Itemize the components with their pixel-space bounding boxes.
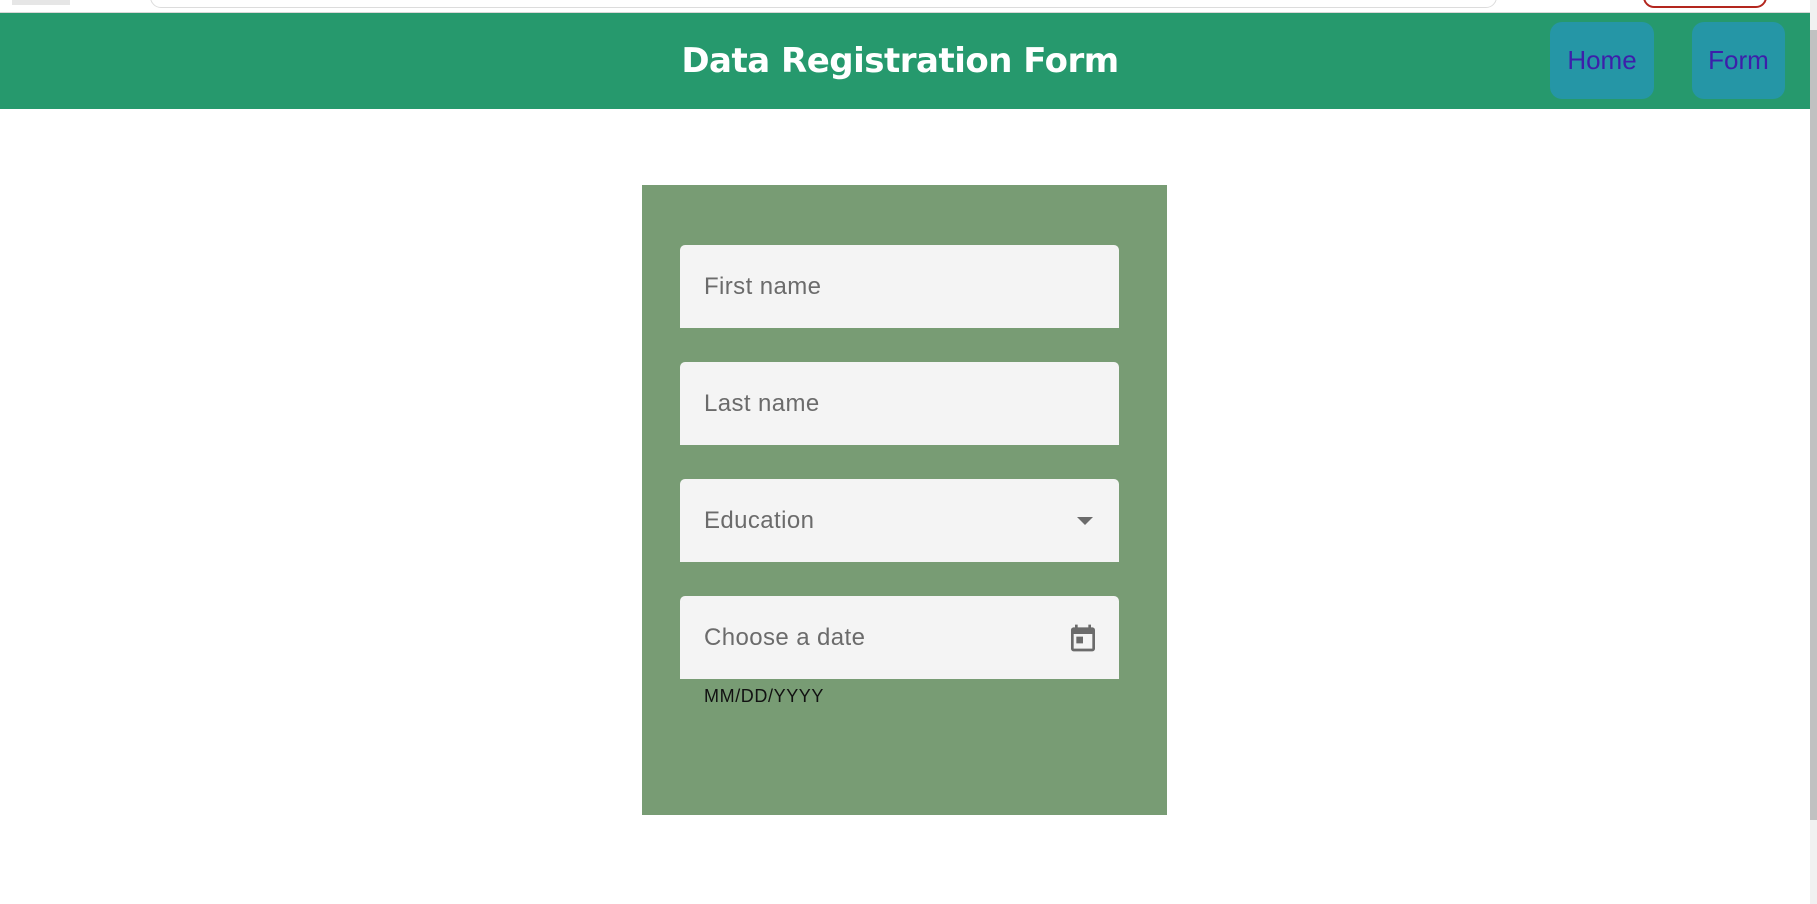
browser-tab-edge[interactable]: [12, 0, 70, 5]
education-select-label: Education: [704, 507, 815, 534]
date-format-hint: MM/DD/YYYY: [704, 686, 825, 706]
nav-form-button[interactable]: Form: [1692, 22, 1785, 99]
page-title: Data Registration Form: [681, 41, 1119, 81]
registration-form-card: Education MM/DD/YYYY: [642, 185, 1167, 815]
date-field: [680, 596, 1119, 679]
last-name-input[interactable]: [680, 362, 1119, 445]
education-select[interactable]: Education: [680, 479, 1119, 562]
app-toolbar: Data Registration Form Home Form: [0, 13, 1810, 109]
scrollbar-thumb[interactable]: [1810, 30, 1817, 820]
page-scrollbar[interactable]: [1810, 0, 1817, 904]
first-name-field: [680, 245, 1119, 328]
last-name-field: [680, 362, 1119, 445]
address-bar-edge[interactable]: [150, 0, 1497, 8]
nav-home-button[interactable]: Home: [1550, 22, 1654, 99]
calendar-icon[interactable]: [1067, 621, 1099, 655]
arrow-drop-down-icon: [1077, 517, 1093, 525]
first-name-input[interactable]: [680, 245, 1119, 328]
browser-profile-button-edge[interactable]: [1643, 0, 1767, 8]
browser-chrome-strip: [0, 0, 1817, 13]
date-input[interactable]: [680, 596, 1119, 679]
